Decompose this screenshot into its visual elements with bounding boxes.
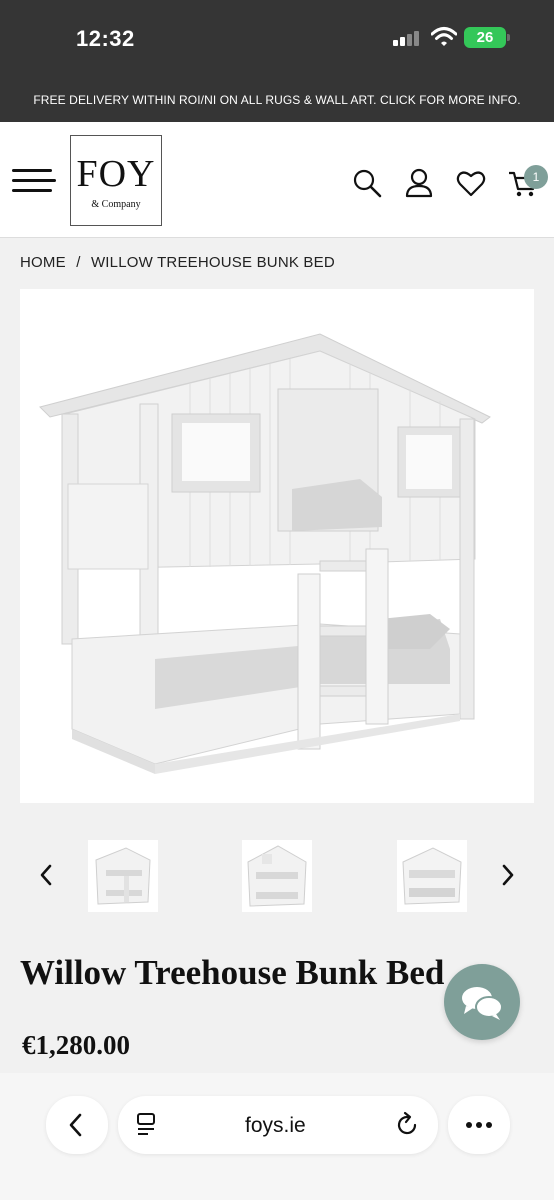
more-icon [466,1122,492,1128]
breadcrumb-current: WILLOW TREEHOUSE BUNK BED [90,254,335,271]
wifi-icon [431,27,457,46]
status-bar: 12:32 26 [0,0,554,78]
chevron-left-icon [69,1113,82,1137]
chat-bubbles-icon [462,987,503,1020]
product-title: Willow Treehouse Bunk Bed [20,953,445,992]
promo-banner[interactable]: FREE DELIVERY WITHIN ROI/NI ON ALL RUGS … [0,78,554,122]
chevron-left-icon[interactable] [34,860,58,890]
logo[interactable]: FOY & Company [70,135,162,226]
menu-icon[interactable] [12,169,56,193]
logo-subtext: & Company [91,199,141,210]
product-image[interactable] [20,289,534,803]
search-icon[interactable] [352,168,382,198]
breadcrumb-home[interactable]: HOME [20,254,66,271]
thumbnail-carousel [0,840,554,915]
account-icon[interactable] [404,168,434,198]
cart-count-badge[interactable]: 1 [524,165,548,189]
chevron-right-icon[interactable] [496,860,520,890]
tabs-icon[interactable] [134,1110,164,1140]
thumbnail[interactable] [242,840,312,912]
heart-icon[interactable] [456,168,486,198]
url-text[interactable]: foys.ie [245,1114,306,1138]
signal-icon [393,30,423,46]
battery-indicator: 26 [464,27,510,48]
logo-text: FOY [76,153,156,195]
back-button[interactable] [46,1096,108,1154]
site-header: FOY & Company [0,122,554,238]
more-button[interactable] [448,1096,510,1154]
product-price: €1,280.00 [22,1030,130,1060]
breadcrumb-separator: / [76,254,81,271]
chat-button[interactable] [444,964,520,1040]
thumbnail[interactable] [88,840,158,912]
reload-icon[interactable] [392,1110,422,1140]
status-time: 12:32 [76,26,135,51]
thumbnail[interactable] [397,840,467,912]
bunk-bed-illustration [20,289,534,803]
breadcrumb: HOME / WILLOW TREEHOUSE BUNK BED [20,254,341,271]
